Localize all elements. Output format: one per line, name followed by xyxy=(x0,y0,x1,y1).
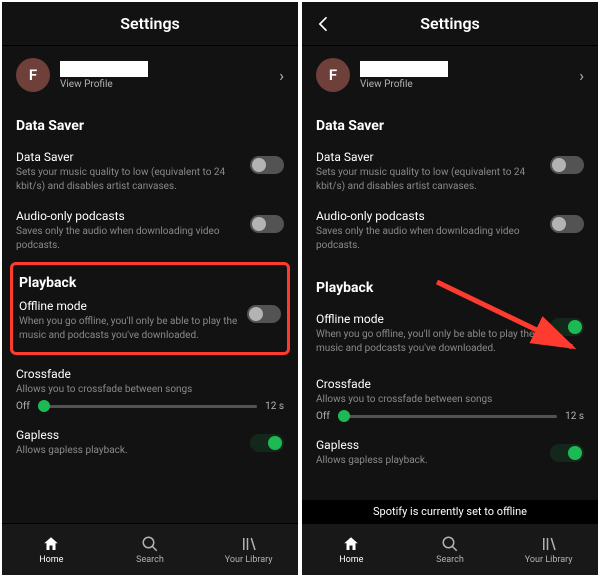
nav-library-label: Your Library xyxy=(225,555,273,565)
phone-left: Settings F View Profile › Data Saver Dat… xyxy=(2,2,298,575)
back-arrow-icon[interactable] xyxy=(314,14,334,34)
offline-mode-toggle[interactable] xyxy=(247,305,281,323)
section-playback: Playback xyxy=(19,275,281,291)
nav-library[interactable]: Your Library xyxy=(499,524,598,575)
gapless-desc: Allows gapless playback. xyxy=(16,444,242,458)
profile-name-redacted xyxy=(360,61,448,77)
highlight-box: Playback Offline mode When you go offlin… xyxy=(10,262,290,355)
setting-offline-mode: Offline mode When you go offline, you'll… xyxy=(316,310,584,361)
section-data-saver: Data Saver xyxy=(316,118,584,134)
library-icon xyxy=(240,535,258,553)
offline-mode-desc: When you go offline, you'll only be able… xyxy=(19,315,239,342)
gapless-desc: Allows gapless playback. xyxy=(316,454,542,468)
offline-mode-label: Offline mode xyxy=(19,299,239,313)
setting-audio-podcasts: Audio-only podcasts Saves only the audio… xyxy=(16,207,284,258)
gapless-label: Gapless xyxy=(16,428,242,442)
offline-mode-label: Offline mode xyxy=(316,312,542,326)
search-icon xyxy=(441,535,459,553)
crossfade-desc: Allows you to crossfade between songs xyxy=(316,393,584,407)
slider-thumb-icon xyxy=(338,410,350,422)
crossfade-slider[interactable] xyxy=(38,405,257,408)
audio-podcasts-toggle[interactable] xyxy=(250,215,284,233)
chevron-right-icon: › xyxy=(279,66,284,85)
crossfade-slider[interactable] xyxy=(338,415,557,418)
page-title: Settings xyxy=(420,14,480,33)
header: Settings xyxy=(2,2,298,46)
nav-home[interactable]: Home xyxy=(302,524,401,575)
home-icon xyxy=(342,535,360,553)
profile-row[interactable]: F View Profile › xyxy=(16,46,284,96)
section-playback: Playback xyxy=(316,280,584,296)
crossfade-desc: Allows you to crossfade between songs xyxy=(16,383,284,397)
page-title: Settings xyxy=(120,14,180,33)
data-saver-label: Data Saver xyxy=(16,150,242,164)
gapless-toggle[interactable] xyxy=(550,444,584,462)
header: Settings xyxy=(302,2,598,46)
nav-bar: Home Search Your Library xyxy=(302,523,598,575)
search-icon xyxy=(141,535,159,553)
avatar: F xyxy=(316,58,350,92)
audio-podcasts-label: Audio-only podcasts xyxy=(316,209,542,223)
setting-offline-mode: Offline mode When you go offline, you'll… xyxy=(19,297,281,348)
setting-data-saver: Data Saver Sets your music quality to lo… xyxy=(316,148,584,199)
nav-library[interactable]: Your Library xyxy=(199,524,298,575)
crossfade-min: Off xyxy=(16,401,30,412)
nav-home-label: Home xyxy=(39,555,63,565)
data-saver-desc: Sets your music quality to low (equivale… xyxy=(316,166,542,193)
chevron-right-icon: › xyxy=(579,66,584,85)
view-profile-label: View Profile xyxy=(60,79,148,90)
crossfade-label: Crossfade xyxy=(16,367,284,381)
data-saver-toggle[interactable] xyxy=(250,156,284,174)
slider-thumb-icon xyxy=(38,400,50,412)
profile-name-redacted xyxy=(60,61,148,77)
profile-row[interactable]: F View Profile › xyxy=(316,46,584,96)
nav-search[interactable]: Search xyxy=(101,524,200,575)
nav-library-label: Your Library xyxy=(525,555,573,565)
setting-gapless: Gapless Allows gapless playback. xyxy=(16,426,284,464)
audio-podcasts-desc: Saves only the audio when downloading vi… xyxy=(16,225,242,252)
avatar: F xyxy=(16,58,50,92)
library-icon xyxy=(540,535,558,553)
nav-bar: Home Search Your Library xyxy=(2,523,298,575)
data-saver-desc: Sets your music quality to low (equivale… xyxy=(16,166,242,193)
view-profile-label: View Profile xyxy=(360,79,448,90)
setting-gapless: Gapless Allows gapless playback. xyxy=(316,436,584,474)
audio-podcasts-toggle[interactable] xyxy=(550,215,584,233)
offline-mode-desc: When you go offline, you'll only be able… xyxy=(316,328,542,355)
nav-search-label: Search xyxy=(436,555,464,565)
gapless-toggle[interactable] xyxy=(250,434,284,452)
nav-home[interactable]: Home xyxy=(2,524,101,575)
home-icon xyxy=(42,535,60,553)
setting-audio-podcasts: Audio-only podcasts Saves only the audio… xyxy=(316,207,584,258)
data-saver-toggle[interactable] xyxy=(550,156,584,174)
offline-toast: Spotify is currently set to offline xyxy=(302,500,598,523)
data-saver-label: Data Saver xyxy=(316,150,542,164)
content: F View Profile › Data Saver Data Saver S… xyxy=(302,46,598,523)
nav-search-label: Search xyxy=(136,555,164,565)
gapless-label: Gapless xyxy=(316,438,542,452)
audio-podcasts-label: Audio-only podcasts xyxy=(16,209,242,223)
crossfade-label: Crossfade xyxy=(316,377,584,391)
setting-data-saver: Data Saver Sets your music quality to lo… xyxy=(16,148,284,199)
phone-right: Settings F View Profile › Data Saver Dat… xyxy=(302,2,598,575)
crossfade-max: 12 s xyxy=(265,401,284,412)
section-data-saver: Data Saver xyxy=(16,118,284,134)
offline-mode-toggle[interactable] xyxy=(550,318,584,336)
audio-podcasts-desc: Saves only the audio when downloading vi… xyxy=(316,225,542,252)
crossfade-min: Off xyxy=(316,411,330,422)
nav-home-label: Home xyxy=(339,555,363,565)
nav-search[interactable]: Search xyxy=(401,524,500,575)
content: F View Profile › Data Saver Data Saver S… xyxy=(2,46,298,523)
crossfade-max: 12 s xyxy=(565,411,584,422)
